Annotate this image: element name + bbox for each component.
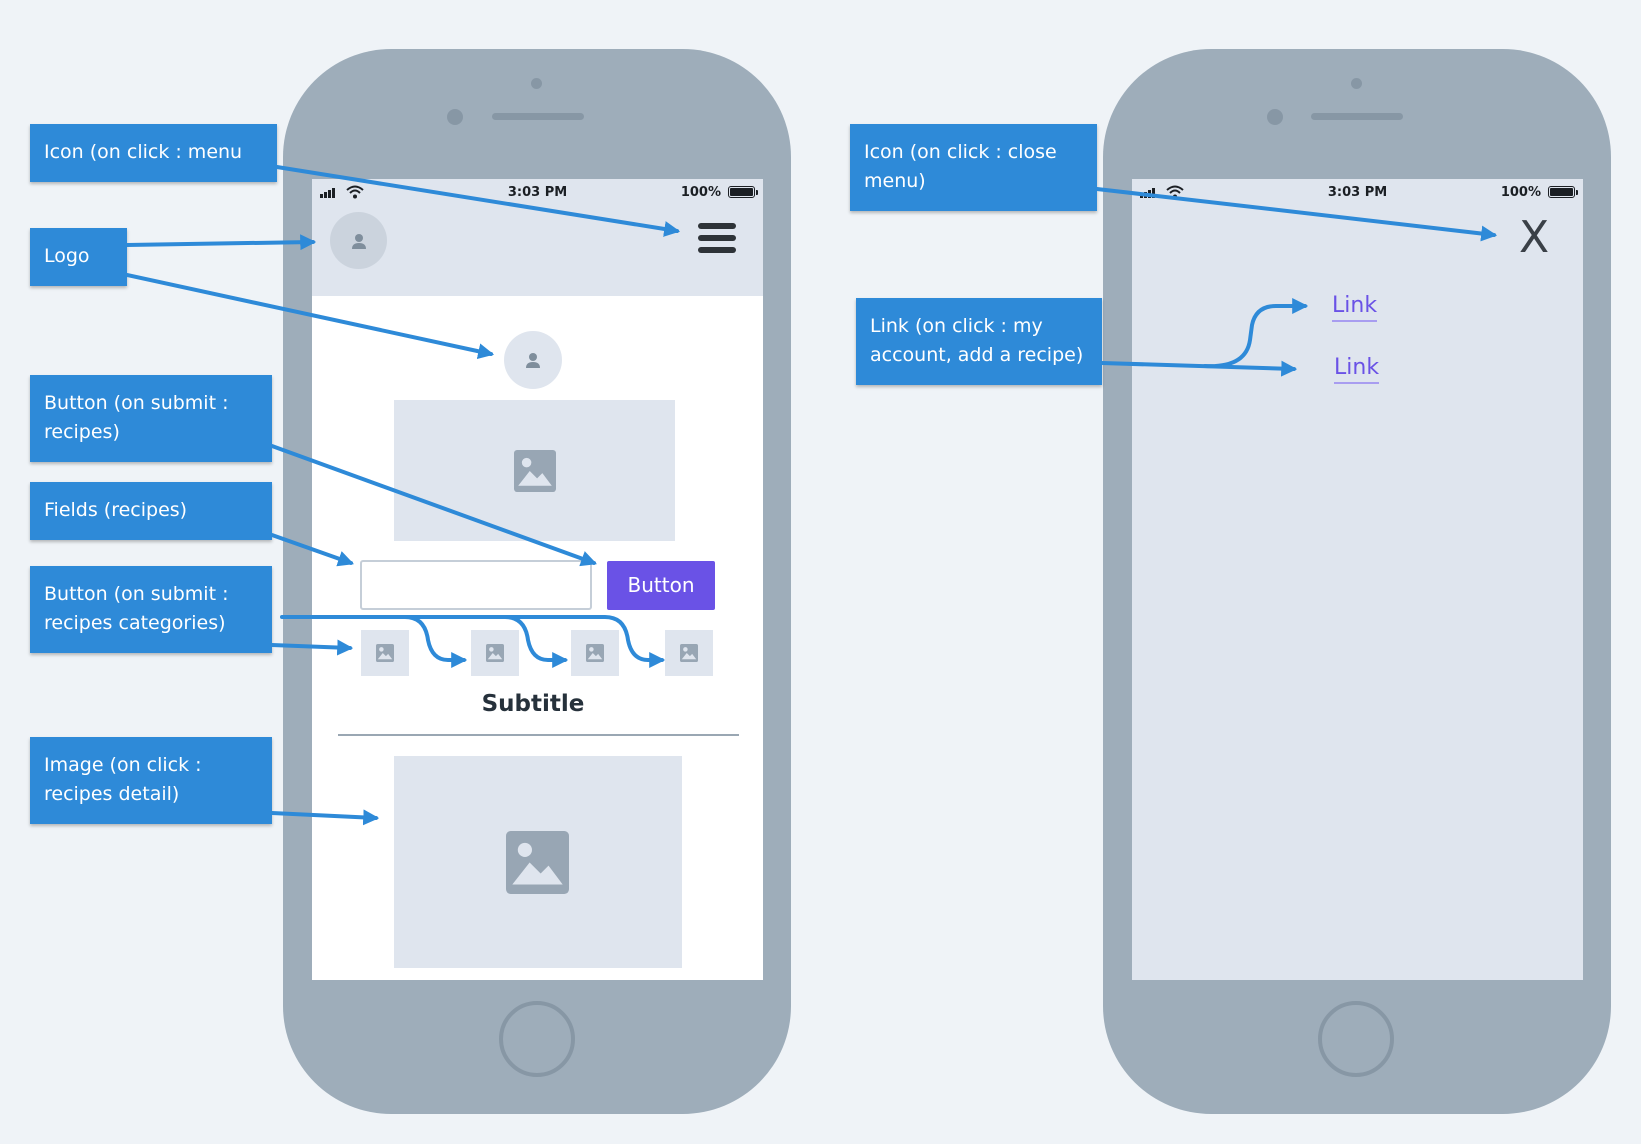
arrow-logo-header: [125, 234, 317, 251]
arrow-menu-icon: [275, 165, 681, 237]
arrow-search-field: [270, 533, 355, 567]
arrow-logo-content: [125, 273, 495, 360]
arrow-link-2: [1100, 360, 1298, 377]
arrow-category-1: [270, 639, 354, 656]
arrow-recipe-image: [270, 809, 380, 826]
annotation-arrows: [125, 165, 1498, 826]
arrow-close-icon: [1095, 187, 1498, 242]
arrow-category-2: [280, 615, 468, 668]
arrow-link-1: [1203, 298, 1309, 369]
arrow-search-button: [270, 444, 598, 567]
